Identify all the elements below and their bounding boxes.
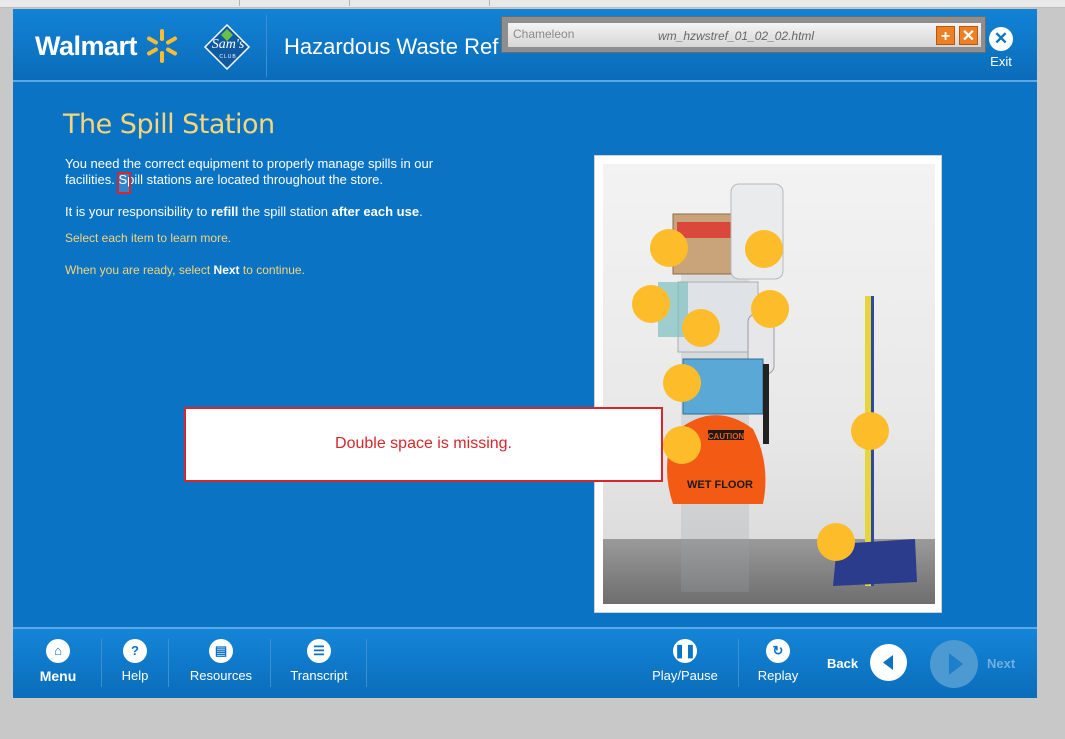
- exit-button[interactable]: ✕: [989, 27, 1013, 51]
- responsibility-paragraph: It is your responsibility to refill the …: [65, 204, 485, 220]
- instruction-next: When you are ready, select Next to conti…: [65, 263, 305, 277]
- footer-divider: [270, 639, 271, 687]
- back-arrow-icon: [883, 655, 893, 670]
- help-icon: ?: [123, 639, 147, 663]
- top-tab[interactable]: [0, 0, 240, 6]
- exit-label[interactable]: Exit: [983, 54, 1019, 69]
- menu-label: Menu: [39, 668, 77, 684]
- hotspot-gloves[interactable]: [682, 309, 720, 347]
- top-tab[interactable]: [350, 0, 490, 6]
- text-part: When you are ready, select: [65, 263, 214, 277]
- next-arrow-icon: [949, 653, 963, 675]
- hotspot-wipes[interactable]: [650, 229, 688, 267]
- hotspot-absorbent-bag[interactable]: [745, 230, 783, 268]
- footer-divider: [738, 639, 739, 687]
- close-icon: ✕: [993, 29, 1009, 48]
- after-use-emphasis: after each use: [331, 204, 420, 219]
- home-icon: ⌂: [46, 639, 70, 663]
- next-button[interactable]: [930, 640, 978, 688]
- review-callout: Double space is missing.: [184, 407, 663, 482]
- wet-floor-label: WET FLOOR: [687, 479, 753, 491]
- review-callout-text: Double space is missing.: [335, 435, 512, 452]
- footer-divider: [168, 639, 169, 687]
- chameleon-add-button[interactable]: +: [936, 26, 955, 45]
- footer-nav: ⌂ Menu ? Help ▤ Resources ☰ Transcript ❚…: [13, 627, 1037, 698]
- hotspot-spray-bottle[interactable]: [751, 290, 789, 328]
- course-title: Hazardous Waste Ref: [284, 34, 499, 59]
- instruction-select-items: Select each item to learn more.: [65, 231, 232, 245]
- replay-button[interactable]: ↻ Replay: [750, 629, 806, 698]
- resources-label: Resources: [189, 668, 253, 683]
- close-icon: ✕: [961, 28, 976, 45]
- sams-club-logo-sub: CLUB: [219, 54, 237, 60]
- error-marker: [117, 172, 131, 194]
- back-label[interactable]: Back: [827, 656, 858, 671]
- resources-button[interactable]: ▤ Resources: [183, 629, 259, 698]
- play-pause-button[interactable]: ❚❚ Play/Pause: [649, 629, 721, 698]
- document-icon: ▤: [209, 639, 233, 663]
- spill-station-photo: CAUTION WET FLOOR: [594, 155, 942, 613]
- walmart-logo: Walmart: [35, 31, 138, 61]
- replay-icon: ↻: [766, 639, 790, 663]
- footer-divider: [101, 639, 102, 687]
- top-tab[interactable]: [240, 0, 350, 6]
- transcript-label: Transcript: [290, 668, 348, 683]
- hotspot-mop[interactable]: [851, 412, 889, 450]
- caution-label: CAUTION: [708, 432, 745, 441]
- hotspot-towel[interactable]: [632, 285, 670, 323]
- back-button[interactable]: [870, 644, 907, 681]
- pause-icon: ❚❚: [673, 639, 697, 663]
- chameleon-review-bar: Chameleon wm_hzwstref_01_02_02.html + ✕: [501, 16, 986, 53]
- sams-club-logo: Sam's: [211, 37, 245, 52]
- list-icon: ☰: [307, 639, 331, 663]
- chameleon-file-name: wm_hzwstref_01_02_02.html: [658, 29, 815, 43]
- page-title: The Spill Station: [63, 109, 275, 140]
- walmart-spark-icon: [147, 29, 177, 63]
- hotspot-box[interactable]: [663, 364, 701, 402]
- chameleon-bar-inner: Chameleon wm_hzwstref_01_02_02.html + ✕: [508, 23, 981, 47]
- help-button[interactable]: ? Help: [110, 629, 160, 698]
- help-label: Help: [121, 668, 149, 683]
- next-emphasis: Next: [213, 263, 240, 277]
- text-part: the spill station: [238, 204, 332, 219]
- footer-divider: [366, 639, 367, 687]
- plus-icon: +: [940, 28, 951, 45]
- header-divider: [266, 15, 267, 77]
- hotspot-dustpan[interactable]: [817, 523, 855, 561]
- browser-top-strip: [0, 0, 1065, 8]
- chameleon-logo: Chameleon: [513, 27, 575, 41]
- menu-button[interactable]: ⌂ Menu: [30, 629, 86, 698]
- text-part: to continue.: [239, 263, 305, 277]
- refill-emphasis: refill: [210, 204, 239, 219]
- play-pause-label: Play/Pause: [652, 668, 718, 683]
- course-player: Walmart Sam's CLUB Hazardous Waste Ref ✕…: [13, 9, 1037, 698]
- hotspot-wet-floor-sign[interactable]: [663, 426, 701, 464]
- text-part: It is your responsibility to: [65, 204, 211, 219]
- text-part: .: [419, 204, 423, 219]
- replay-label: Replay: [757, 668, 799, 683]
- next-label[interactable]: Next: [987, 656, 1015, 671]
- chameleon-close-button[interactable]: ✕: [959, 26, 978, 45]
- transcript-button[interactable]: ☰ Transcript: [281, 629, 357, 698]
